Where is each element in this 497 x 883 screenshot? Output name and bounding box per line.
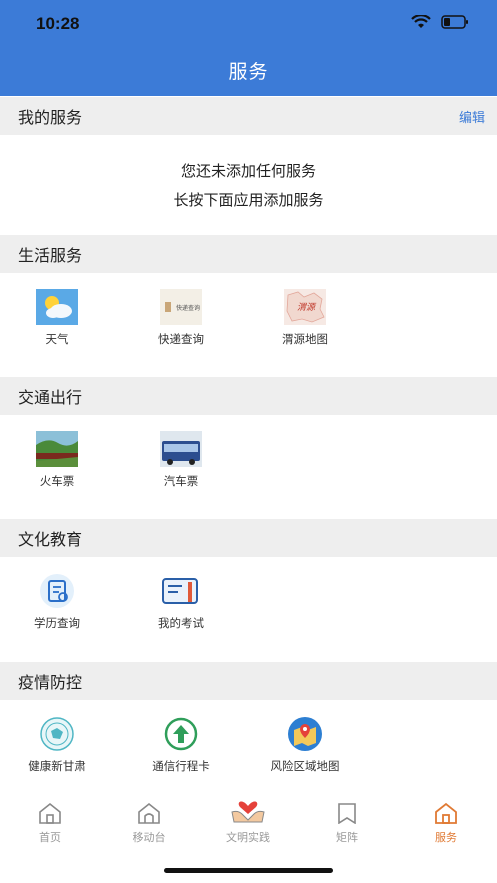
section-title: 疫情防控 — [18, 673, 83, 692]
map-icon-text: 渭源 — [297, 303, 316, 313]
travel-card-icon — [164, 717, 198, 751]
service-label: 风险区域地图 — [270, 759, 340, 773]
section-education: 文化教育 — [0, 519, 497, 557]
status-icons — [411, 15, 469, 29]
service-icon — [435, 802, 457, 824]
empty-tip-line1: 您还未添加任何服务 — [180, 162, 316, 180]
bus-ticket-icon — [160, 431, 202, 467]
status-time: 10:28 — [36, 14, 80, 33]
service-item-express[interactable]: 快递查询 — [126, 289, 236, 347]
tab-label: 首页 — [39, 831, 61, 844]
tab-service[interactable]: 服务 — [401, 802, 491, 845]
service-item-bus[interactable]: 汽车票 — [126, 431, 236, 489]
service-label: 快递查询 — [158, 332, 204, 346]
weather-icon — [36, 289, 78, 325]
service-item-weather[interactable]: 天气 — [2, 289, 112, 347]
service-item-education-query[interactable]: 学历查询 — [2, 573, 112, 631]
service-item-map[interactable]: 渭源地图 — [250, 289, 360, 347]
service-label: 通信行程卡 — [152, 759, 210, 773]
train-ticket-icon — [36, 431, 78, 467]
home-icon — [39, 802, 61, 824]
empty-tip-line2: 长按下面应用添加服务 — [173, 191, 324, 209]
service-label: 天气 — [45, 332, 69, 346]
tab-label: 服务 — [435, 831, 457, 844]
home-indicator — [164, 868, 333, 873]
health-gansu-icon — [40, 717, 74, 751]
section-title: 文化教育 — [18, 530, 83, 549]
service-item-health-gansu[interactable]: 健康新甘肃 — [2, 716, 112, 774]
tab-label: 矩阵 — [336, 831, 358, 844]
service-label: 学历查询 — [34, 616, 80, 630]
service-item-my-exam[interactable]: 我的考试 — [126, 573, 236, 631]
section-title: 我的服务 — [18, 108, 83, 127]
section-life-services: 生活服务 — [0, 235, 497, 273]
battery-icon — [441, 15, 468, 29]
tab-bar: 首页 移动台 文明实践 矩阵 服务 — [0, 794, 497, 850]
matrix-icon — [338, 803, 356, 825]
service-item-risk-map[interactable]: 风险区域地图 — [250, 716, 360, 774]
page-title: 服务 — [228, 60, 269, 83]
section-transport: 交通出行 — [0, 377, 497, 415]
civilization-practice-icon — [231, 801, 265, 823]
wifi-icon — [411, 15, 431, 28]
mobile-station-icon — [138, 802, 160, 824]
service-item-train[interactable]: 火车票 — [2, 431, 112, 489]
edit-button[interactable]: 编辑 — [459, 107, 485, 126]
tab-matrix[interactable]: 矩阵 — [302, 802, 392, 845]
nav-bar: 服务 — [0, 44, 497, 96]
service-label: 火车票 — [39, 474, 75, 488]
section-epidemic: 疫情防控 — [0, 662, 497, 700]
service-label: 健康新甘肃 — [28, 759, 86, 773]
section-title: 生活服务 — [18, 246, 83, 265]
status-bar: 10:28 — [0, 0, 497, 44]
section-my-services: 我的服务 编辑 — [0, 97, 497, 135]
education-query-icon — [40, 574, 74, 608]
risk-map-icon — [288, 717, 322, 751]
service-label: 汽车票 — [163, 474, 199, 488]
section-title: 交通出行 — [18, 388, 83, 407]
tab-label: 移动台 — [132, 831, 166, 844]
tab-civilization-practice[interactable]: 文明实践 — [203, 792, 293, 845]
service-label: 渭源地图 — [282, 332, 328, 346]
service-item-travel-card[interactable]: 通信行程卡 — [126, 716, 236, 774]
tab-home[interactable]: 首页 — [5, 802, 95, 845]
service-label: 我的考试 — [158, 616, 204, 630]
my-exam-icon — [162, 578, 198, 604]
express-icon-text: 快递查询 — [176, 305, 201, 312]
tab-label: 文明实践 — [226, 831, 270, 844]
tab-mobile-station[interactable]: 移动台 — [104, 802, 194, 845]
